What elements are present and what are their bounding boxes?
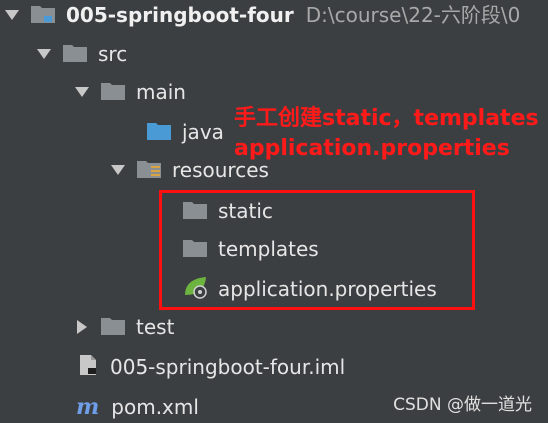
source-root-folder-icon xyxy=(146,119,172,146)
watermark: CSDN @做一道光 xyxy=(393,395,532,415)
tree-row-main[interactable]: main xyxy=(74,73,186,111)
annotation-line-2: application.properties xyxy=(234,136,510,161)
folder-icon xyxy=(62,41,88,68)
tree-label-pom: pom.xml xyxy=(111,395,199,419)
chevron-down-icon[interactable] xyxy=(36,46,52,62)
highlight-box xyxy=(159,190,475,310)
tree-row-src[interactable]: src xyxy=(36,35,127,73)
resources-root-folder-icon xyxy=(136,157,162,184)
module-folder-icon xyxy=(30,2,56,29)
tree-row-pom[interactable]: m pom.xml xyxy=(76,388,199,423)
tree-label-iml-file: 005-springboot-four.iml xyxy=(110,355,346,379)
chevron-down-icon[interactable] xyxy=(110,162,126,178)
annotation-note: 手工创建static，templates application.propert… xyxy=(234,104,539,164)
chevron-down-icon[interactable] xyxy=(4,7,20,23)
project-name: 005-springboot-four xyxy=(66,3,294,27)
tree-label-test: test xyxy=(136,315,175,339)
iml-file-icon xyxy=(76,353,100,382)
tree-label-src: src xyxy=(98,42,128,66)
tree-row-java[interactable]: java xyxy=(146,113,224,151)
annotation-line-1: 手工创建static，templates xyxy=(234,106,539,131)
tree-row-iml-file[interactable]: 005-springboot-four.iml xyxy=(76,348,345,386)
maven-icon: m xyxy=(76,394,100,420)
folder-icon xyxy=(100,79,126,106)
project-path: D:\course\22-六阶段\0 xyxy=(305,3,521,27)
tree-label-main: main xyxy=(136,80,186,104)
project-tree-panel: 005-springboot-four D:\course\22-六阶段\0 s… xyxy=(0,0,548,423)
tree-label-java: java xyxy=(182,120,224,144)
chevron-right-icon[interactable] xyxy=(74,319,90,335)
tree-row-project-root[interactable]: 005-springboot-four D:\course\22-六阶段\0 xyxy=(4,0,520,34)
folder-icon xyxy=(100,314,126,341)
chevron-down-icon[interactable] xyxy=(74,84,90,100)
tree-row-test[interactable]: test xyxy=(74,308,174,346)
